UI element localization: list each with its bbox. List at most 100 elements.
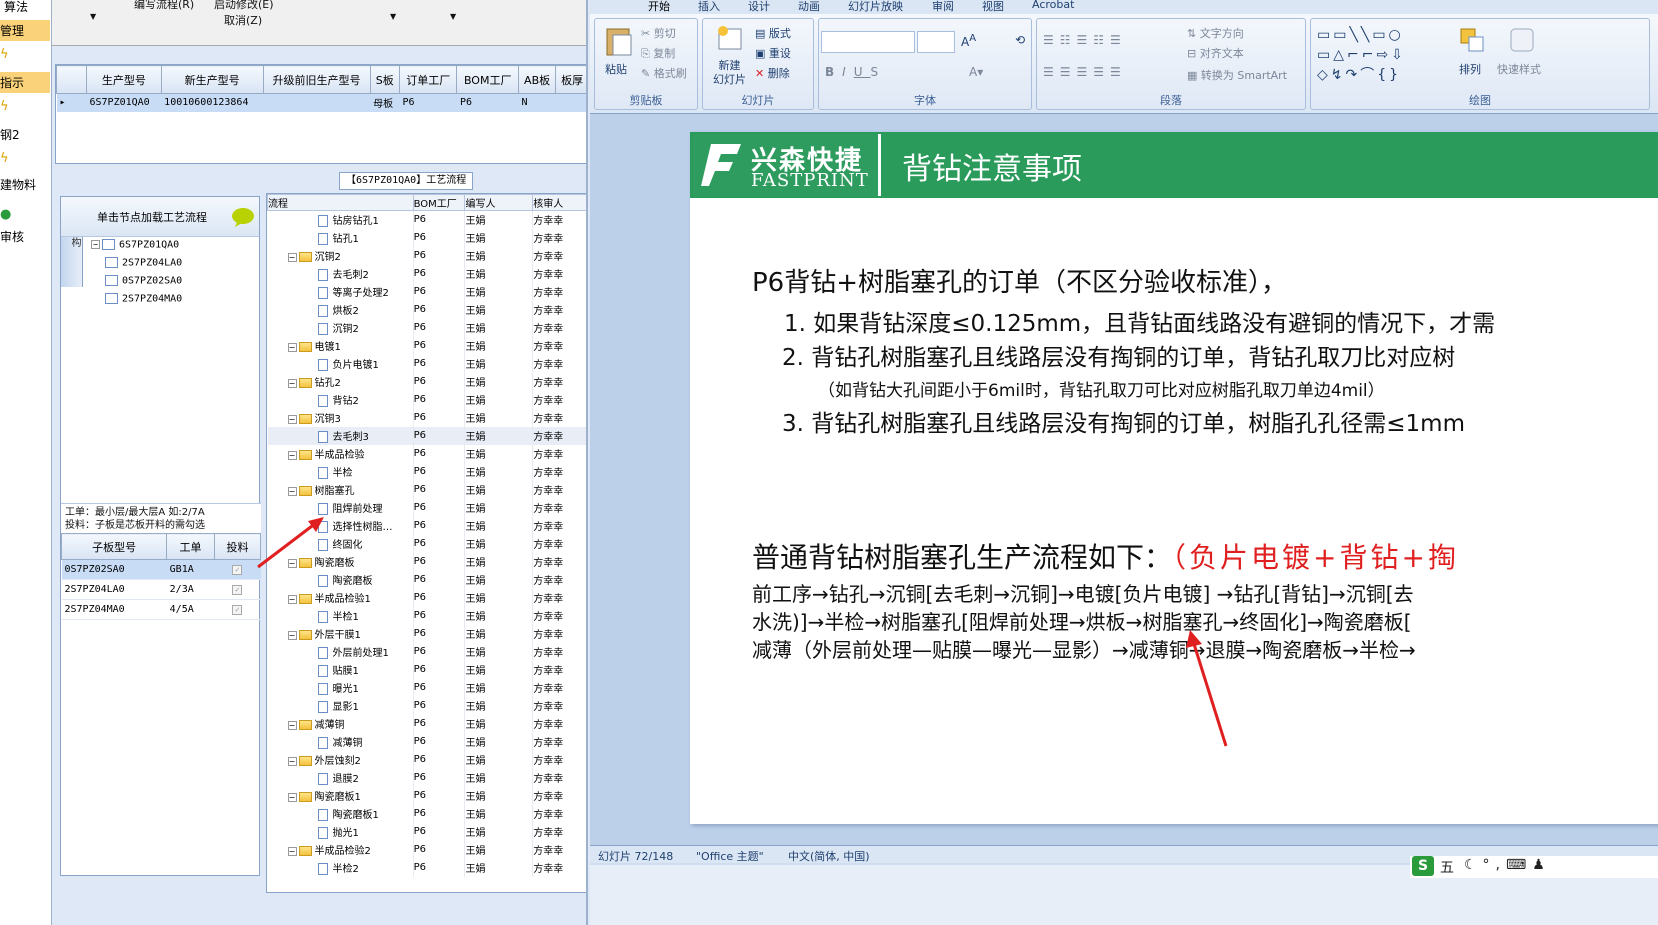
- flow-row[interactable]: 烘板2 P6 王娟 方幸幸: [267, 300, 586, 319]
- flow-row[interactable]: − 沉铜2 P6 王娟 方幸幸: [267, 246, 586, 265]
- language-indicator[interactable]: 中文(简体, 中国): [788, 848, 870, 864]
- tab-insert[interactable]: 插入: [698, 0, 720, 14]
- ime-logo-icon[interactable]: S: [1412, 856, 1434, 876]
- flow-row[interactable]: 陶瓷磨板1 P6 王娟 方幸幸: [267, 804, 586, 823]
- column-header[interactable]: 订单工厂: [398, 65, 458, 94]
- column-header[interactable]: 子板型号: [60, 533, 168, 560]
- table-row[interactable]: 2S7PZ04LA0 2/3A ✓: [61, 579, 261, 600]
- slide[interactable]: 兴森快捷 FASTPRINT 背钻注意事项 P6背钻+树脂塞孔的订单（不区分验收…: [690, 132, 1658, 824]
- align-buttons[interactable]: ☰☰☰☰☰: [1043, 65, 1127, 79]
- column-header[interactable]: S板: [369, 65, 400, 94]
- align-text-button[interactable]: ⊟ 对齐文本: [1187, 45, 1244, 61]
- column-header[interactable]: 工单: [166, 533, 215, 560]
- tab-acrobat[interactable]: Acrobat: [1032, 0, 1074, 11]
- flow-row[interactable]: − 外层蚀刻2 P6 王娟 方幸幸: [267, 750, 586, 769]
- flow-row[interactable]: − 外层干膜1 P6 王娟 方幸幸: [267, 624, 586, 643]
- column-header[interactable]: 编写人: [464, 194, 534, 211]
- collapse-icon[interactable]: −: [287, 450, 297, 460]
- flow-row[interactable]: − 树脂塞孔 P6 王娟 方幸幸: [267, 480, 586, 499]
- tab-view[interactable]: 视图: [982, 0, 1004, 14]
- flow-row[interactable]: − 减薄铜 P6 王娟 方幸幸: [267, 714, 586, 733]
- nav-item-review[interactable]: 审核: [0, 228, 24, 245]
- start-modify-button[interactable]: 启动修改(E): [214, 0, 274, 12]
- font-color-icon[interactable]: A▾: [969, 65, 983, 79]
- flow-row[interactable]: − 沉铜3 P6 王娟 方幸幸: [267, 408, 586, 427]
- tab-design[interactable]: 设计: [748, 0, 770, 14]
- table-cell[interactable]: 4/5A: [166, 599, 215, 620]
- collapse-icon[interactable]: −: [287, 630, 297, 640]
- tree-node-child[interactable]: 0S7PZ02SA0: [105, 275, 182, 287]
- collapse-icon[interactable]: −: [91, 240, 100, 249]
- flow-row[interactable]: 显影1 P6 王娟 方幸幸: [267, 696, 586, 715]
- cancel-button[interactable]: 取消(Z): [224, 12, 262, 28]
- format-painter-button[interactable]: ✎ 格式刷: [641, 65, 687, 81]
- feed-checkbox[interactable]: ✓: [214, 579, 261, 600]
- flow-row[interactable]: 沉铜2 P6 王娟 方幸幸: [267, 318, 586, 337]
- column-header[interactable]: 升级前旧生产型号: [262, 65, 371, 94]
- collapse-icon[interactable]: −: [287, 792, 297, 802]
- dropdown-arrow-icon[interactable]: ▼: [450, 12, 456, 21]
- column-header[interactable]: AB板: [517, 65, 557, 94]
- arrange-icon[interactable]: [1457, 25, 1487, 55]
- nav-item-copper2[interactable]: 钢2: [0, 126, 20, 143]
- edit-flow-button[interactable]: 编写流程(R): [134, 0, 194, 12]
- flow-row[interactable]: 去毛刺2 P6 王娟 方幸幸: [267, 264, 586, 283]
- flow-row[interactable]: 背钻2 P6 王娟 方幸幸: [267, 390, 586, 409]
- text-direction-button[interactable]: ⇅ 文字方向: [1187, 25, 1244, 41]
- collapse-icon[interactable]: −: [287, 486, 297, 496]
- copy-button[interactable]: ⎘ 复制: [641, 45, 675, 61]
- flow-row[interactable]: − 电镀1 P6 王娟 方幸幸: [267, 336, 586, 355]
- collapse-icon[interactable]: −: [287, 252, 297, 262]
- nav-item-instruction[interactable]: 指示: [0, 72, 50, 93]
- column-header[interactable]: 新生产型号: [160, 65, 264, 94]
- table-row[interactable]: 0S7PZ02SA0 GB1A ✓: [61, 559, 261, 580]
- flow-row[interactable]: 抛光1 P6 王娟 方幸幸: [267, 822, 586, 841]
- table-cell[interactable]: GB1A: [166, 559, 215, 580]
- tab-review[interactable]: 审阅: [932, 0, 954, 14]
- font-format-buttons[interactable]: BIUS: [825, 65, 886, 79]
- table-row[interactable]: ▸ 6S7PZ01QA0 10010600123864 母板 P6 P6 N: [56, 93, 586, 112]
- flow-row[interactable]: − 半成品检验2 P6 王娟 方幸幸: [267, 840, 586, 859]
- nav-item-material[interactable]: 建物料: [0, 176, 36, 193]
- tree-node-child[interactable]: 2S7PZ04MA0: [105, 293, 182, 305]
- reset-button[interactable]: ▣ 重设: [755, 45, 791, 61]
- flow-row[interactable]: − 半成品检验 P6 王娟 方幸幸: [267, 444, 586, 463]
- flow-row[interactable]: 曝光1 P6 王娟 方幸幸: [267, 678, 586, 697]
- flow-row[interactable]: 贴膜1 P6 王娟 方幸幸: [267, 660, 586, 679]
- ime-mode[interactable]: 五: [1440, 857, 1454, 877]
- dropdown-arrow-icon[interactable]: ▼: [90, 12, 96, 21]
- new-slide-button[interactable]: 新建 幻灯片: [713, 59, 746, 87]
- flow-row[interactable]: − 钻孔2 P6 王娟 方幸幸: [267, 372, 586, 391]
- tree-node-root[interactable]: −6S7PZ01QA0: [91, 239, 179, 251]
- dropdown-arrow-icon[interactable]: ▼: [390, 12, 396, 21]
- collapse-icon[interactable]: −: [287, 342, 297, 352]
- collapse-icon[interactable]: −: [287, 378, 297, 388]
- tab-slideshow[interactable]: 幻灯片放映: [848, 0, 903, 14]
- delete-slide-button[interactable]: ✕ 删除: [755, 65, 790, 81]
- flow-row[interactable]: 钻房钻孔1 P6 王娟 方幸幸: [267, 210, 586, 229]
- quick-styles-button[interactable]: 快速样式: [1497, 61, 1541, 77]
- paste-button[interactable]: 粘贴: [605, 61, 627, 77]
- column-header[interactable]: BOM工厂: [456, 65, 519, 94]
- flow-row[interactable]: 半检2 P6 王娟 方幸幸: [267, 858, 586, 877]
- comment-icon[interactable]: [231, 207, 255, 227]
- collapse-icon[interactable]: −: [287, 594, 297, 604]
- list-buttons[interactable]: ☰☷☰☷☰: [1043, 33, 1127, 47]
- layout-button[interactable]: ▤ 版式: [755, 25, 791, 41]
- flow-row[interactable]: 去毛刺3 P6 王娟 方幸幸: [267, 426, 586, 445]
- table-row[interactable]: 2S7PZ04MA0 4/5A ✓: [61, 599, 261, 620]
- flow-row[interactable]: − 陶瓷磨板1 P6 王娟 方幸幸: [267, 786, 586, 805]
- collapse-icon[interactable]: −: [287, 846, 297, 856]
- flow-row[interactable]: 退膜2 P6 王娟 方幸幸: [267, 768, 586, 787]
- column-header[interactable]: 板厚: [555, 65, 586, 94]
- flow-row[interactable]: 外层前处理1 P6 王娟 方幸幸: [267, 642, 586, 661]
- collapse-icon[interactable]: −: [287, 756, 297, 766]
- flow-row[interactable]: 负片电镀1 P6 王娟 方幸幸: [267, 354, 586, 373]
- flow-row[interactable]: 等离子处理2 P6 王娟 方幸幸: [267, 282, 586, 301]
- quick-styles-icon[interactable]: [1507, 25, 1537, 55]
- flow-row[interactable]: 半检 P6 王娟 方幸幸: [267, 462, 586, 481]
- tab-home[interactable]: 开始: [648, 0, 670, 14]
- flow-row[interactable]: 钻孔1 P6 王娟 方幸幸: [267, 228, 586, 247]
- new-slide-icon[interactable]: [715, 23, 745, 53]
- tab-animation[interactable]: 动画: [798, 0, 820, 14]
